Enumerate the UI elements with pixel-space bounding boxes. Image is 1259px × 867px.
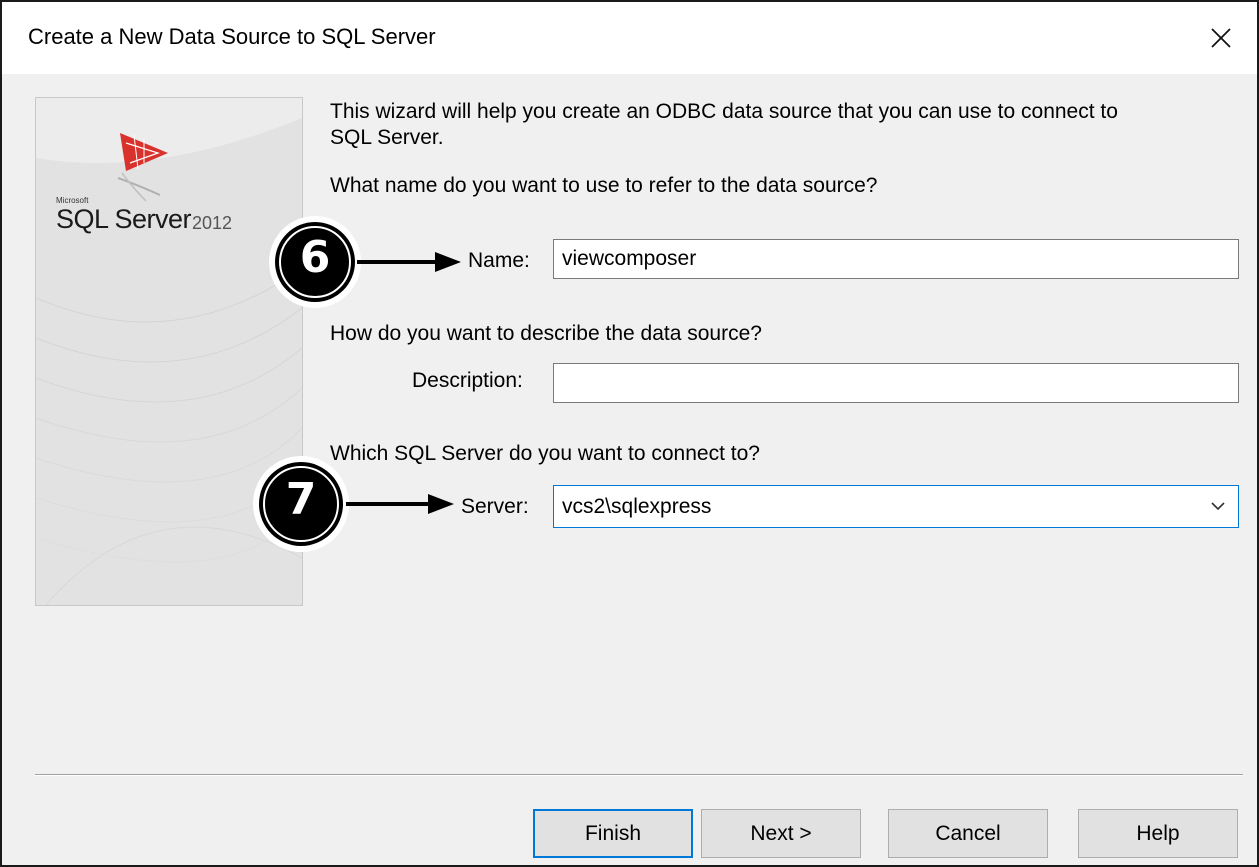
step-7-badge: [253, 456, 454, 552]
intro-text-line1: This wizard will help you create an ODBC…: [330, 100, 1118, 123]
description-input[interactable]: [553, 363, 1239, 403]
name-label: Name:: [468, 249, 530, 272]
button-divider-highlight: [35, 775, 1243, 776]
server-value: vcs2\sqlexpress: [562, 495, 712, 518]
name-input[interactable]: [553, 239, 1239, 279]
step-6-number: 6: [299, 232, 331, 283]
description-question: How do you want to describe the data sou…: [330, 322, 762, 345]
intro-text-line2: SQL Server.: [330, 126, 444, 149]
server-combobox[interactable]: vcs2\sqlexpress: [553, 485, 1239, 528]
description-label: Description:: [412, 369, 523, 392]
name-question: What name do you want to use to refer to…: [330, 174, 878, 197]
step-6-annotation: 6: [255, 214, 465, 310]
finish-button[interactable]: Finish: [533, 809, 693, 858]
step-7-annotation: 7: [238, 454, 458, 554]
close-button[interactable]: [1185, 2, 1257, 74]
chevron-down-icon[interactable]: [1208, 496, 1228, 516]
logo-product: SQL Server: [56, 204, 192, 234]
next-button[interactable]: Next >: [701, 809, 861, 858]
title-bar: Create a New Data Source to SQL Server: [2, 2, 1257, 74]
window-title: Create a New Data Source to SQL Server: [28, 24, 436, 49]
close-icon: [1211, 28, 1231, 48]
server-label: Server:: [461, 495, 529, 518]
logo-version: 2012: [192, 213, 233, 233]
help-button[interactable]: Help: [1078, 809, 1238, 858]
step-6-badge: [269, 216, 461, 308]
cancel-button[interactable]: Cancel: [888, 809, 1048, 858]
sql-server-logo-icon: [117, 133, 168, 202]
step-7-number: 7: [285, 474, 317, 525]
dialog-window: Create a New Data Source to SQL Server M…: [0, 0, 1259, 867]
